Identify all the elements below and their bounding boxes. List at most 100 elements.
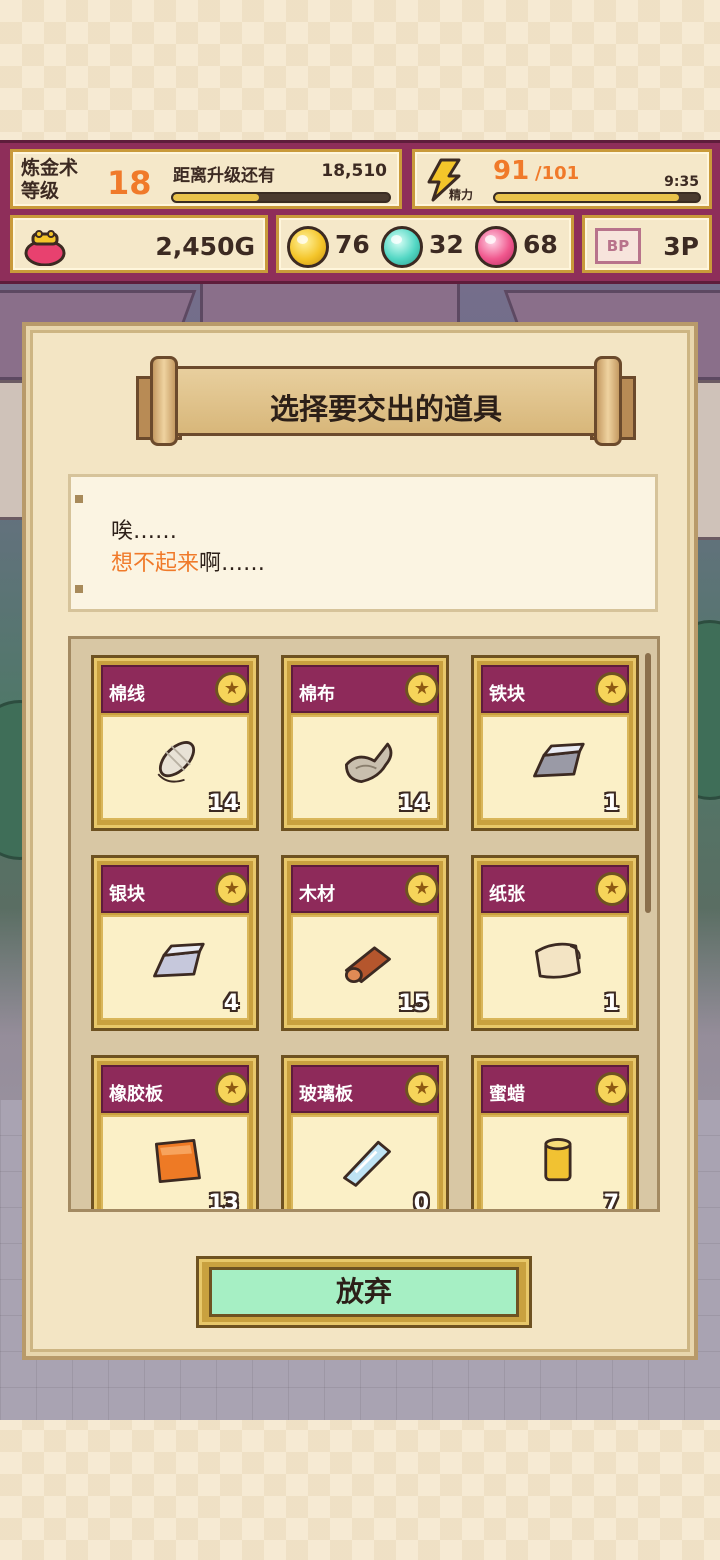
bp-icon: BP	[595, 228, 641, 264]
item-grid-scrollbar[interactable]	[645, 653, 651, 913]
star-icon: ★	[215, 1072, 249, 1106]
give-up-label: 放弃	[209, 1267, 519, 1317]
energy-label: 精力	[449, 188, 474, 202]
item-card-body: 15	[291, 915, 439, 1020]
pink-orb-icon	[475, 226, 517, 268]
bp-amount: 3P	[663, 232, 699, 261]
bp-panel[interactable]: BP 3P	[582, 215, 712, 273]
star-icon: ★	[595, 872, 629, 906]
item-name: 橡胶板	[109, 1084, 163, 1105]
item-card-header: 棉布 ★	[291, 665, 439, 713]
item-name: 木材	[299, 884, 335, 905]
paper-icon	[534, 942, 581, 979]
item-card-body: 14	[101, 715, 249, 820]
cotton-cloth-icon	[344, 742, 393, 784]
energy-current: 91	[493, 156, 530, 186]
item-name: 棉布	[299, 684, 335, 705]
item-card[interactable]: 棉线 ★ 14	[91, 655, 259, 831]
item-count: 1	[603, 991, 619, 1016]
star-icon: ★	[405, 872, 439, 906]
alchemy-level-label: 炼金术 等级	[21, 157, 79, 202]
star-icon: ★	[215, 672, 249, 706]
next-level-label: 距离升级还有	[173, 166, 275, 186]
gold-amount: 2,450G	[155, 232, 255, 261]
item-count: 14	[398, 791, 429, 816]
star-icon: ★	[595, 1072, 629, 1106]
cyan-orb-icon	[381, 226, 423, 268]
yellow-orb-count: 76	[335, 230, 370, 259]
item-card-header: 铁块 ★	[481, 665, 629, 713]
message-line-1: 唉……	[111, 519, 178, 544]
item-name: 玻璃板	[299, 1084, 353, 1105]
energy-panel[interactable]: 精力 91 /101 9:35	[412, 149, 712, 209]
item-card[interactable]: 铁块 ★ 1	[471, 655, 639, 831]
give-up-button[interactable]: 放弃	[196, 1256, 532, 1328]
item-card-header: 橡胶板 ★	[101, 1065, 249, 1113]
item-name: 铁块	[489, 684, 525, 705]
item-count: 15	[398, 991, 429, 1016]
star-icon: ★	[405, 672, 439, 706]
item-count: 4	[223, 991, 239, 1016]
item-count: 13	[208, 1191, 239, 1212]
item-card-header: 棉线 ★	[101, 665, 249, 713]
item-grid[interactable]: 棉线 ★ 14 棉布 ★ 14 铁块 ★ 1 银块 ★ 4 木材 ★ 15 纸张…	[68, 636, 660, 1212]
item-name: 纸张	[489, 884, 525, 905]
item-name: 蜜蜡	[489, 1084, 525, 1105]
item-card-header: 银块 ★	[101, 865, 249, 913]
yellow-orb-icon	[287, 226, 329, 268]
gold-panel[interactable]: 2,450G	[10, 215, 268, 273]
item-card[interactable]: 玻璃板 ★ 0	[281, 1055, 449, 1212]
energy-max: /101	[535, 163, 580, 184]
item-count: 7	[603, 1191, 619, 1212]
star-icon: ★	[215, 872, 249, 906]
item-card-header: 木材 ★	[291, 865, 439, 913]
iron-ingot-icon	[533, 742, 585, 778]
message-box: 唉…… 想不起来啊……	[68, 474, 658, 612]
item-card-body: 0	[291, 1115, 439, 1212]
lumber-icon	[344, 946, 391, 984]
item-card-body: 4	[101, 915, 249, 1020]
item-name: 银块	[109, 884, 145, 905]
item-name: 棉线	[109, 684, 145, 705]
item-card[interactable]: 纸张 ★ 1	[471, 855, 639, 1031]
title-banner: 选择要交出的道具	[136, 356, 636, 452]
status-hud: 炼金术 等级 18 距离升级还有 18,510 精力 91 /101 9:35 …	[0, 140, 720, 284]
item-card[interactable]: 棉布 ★ 14	[281, 655, 449, 831]
item-card[interactable]: 银块 ★ 4	[91, 855, 259, 1031]
item-card[interactable]: 蜜蜡 ★ 7	[471, 1055, 639, 1212]
item-card-body: 7	[481, 1115, 629, 1212]
message-highlight: 想不起来	[111, 551, 200, 576]
alchemy-level-panel[interactable]: 炼金术 等级 18 距离升级还有 18,510	[10, 149, 402, 209]
alchemy-level-value: 18	[107, 164, 152, 202]
rubber-sheet-icon	[154, 1138, 201, 1184]
item-count: 14	[208, 791, 239, 816]
energy-timer: 9:35	[664, 174, 699, 190]
gems-panel[interactable]: 76 32 68	[276, 215, 574, 273]
item-card-header: 蜜蜡 ★	[481, 1065, 629, 1113]
item-card-body: 14	[291, 715, 439, 820]
item-card[interactable]: 橡胶板 ★ 13	[91, 1055, 259, 1212]
item-card-body: 13	[101, 1115, 249, 1212]
next-level-value: 18,510	[321, 161, 387, 181]
item-count: 1	[603, 791, 619, 816]
cyan-orb-count: 32	[429, 230, 464, 259]
silver-ingot-icon	[153, 942, 205, 978]
item-card[interactable]: 木材 ★ 15	[281, 855, 449, 1031]
select-item-dialog: 选择要交出的道具 唉…… 想不起来啊…… 棉线 ★ 14 棉布 ★ 14 铁块 …	[22, 322, 698, 1360]
beeswax-icon	[544, 1138, 572, 1182]
star-icon: ★	[405, 1072, 439, 1106]
item-card-body: 1	[481, 715, 629, 820]
pink-orb-count: 68	[523, 230, 558, 259]
energy-progress-bar	[493, 192, 701, 203]
item-count: 0	[413, 1191, 429, 1212]
item-card-header: 纸张 ★	[481, 865, 629, 913]
level-progress-bar	[171, 192, 391, 203]
message-rest: 啊……	[199, 551, 266, 576]
item-card-body: 1	[481, 915, 629, 1020]
glass-sheet-icon	[343, 1140, 391, 1187]
message-line-2: 想不起来啊……	[111, 545, 265, 577]
cotton-thread-icon	[157, 741, 196, 783]
dialog-title: 选择要交出的道具	[269, 392, 502, 426]
item-card-header: 玻璃板 ★	[291, 1065, 439, 1113]
coin-purse-icon	[24, 230, 66, 266]
